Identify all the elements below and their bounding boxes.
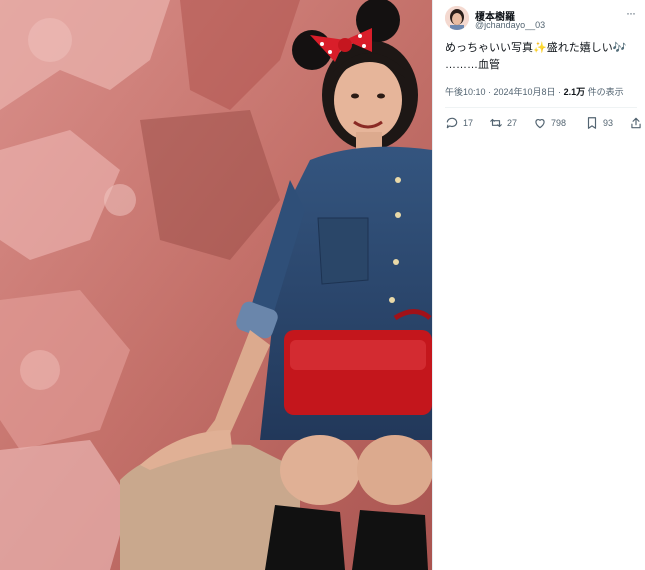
like-count: 798 [551, 118, 567, 128]
post-text-part-1: めっちゃいい写真 [445, 42, 533, 54]
post-text-line-1: めっちゃいい写真✨盛れた嬉しい🎶 [445, 40, 640, 57]
reply-button[interactable]: 17 [445, 115, 473, 131]
bookmark-icon [587, 117, 597, 129]
post-text-part-2: 盛れた嬉しい [546, 42, 613, 54]
action-bar: 17 27 798 93 [445, 115, 641, 131]
reply-count: 17 [463, 118, 474, 128]
heart-icon [535, 119, 545, 129]
repost-count: 27 [507, 118, 518, 128]
avatar[interactable] [445, 6, 469, 30]
post-photo[interactable] [0, 0, 432, 570]
divider [445, 107, 637, 108]
avatar-image [445, 6, 469, 30]
repost-button[interactable]: 27 [489, 115, 517, 131]
share-icon [631, 117, 641, 129]
views-count: 2.1万 [563, 87, 586, 97]
music-note-icon: 🎶 [612, 42, 627, 54]
share-button[interactable] [629, 115, 645, 131]
like-button[interactable]: 798 [533, 115, 566, 131]
user-handle[interactable]: @jchandayo__03 [475, 20, 545, 30]
sparkle-icon: ✨ [533, 42, 547, 54]
reply-icon [446, 117, 458, 129]
post-view: 榎本樹羅 @jchandayo__03 ··· めっちゃいい写真✨盛れた嬉しい🎶… [0, 0, 645, 570]
photo-illustration [0, 0, 432, 570]
post-timestamp[interactable]: 午後10:10 · 2024年10月8日 · [445, 87, 561, 97]
post-header: 榎本樹羅 @jchandayo__03 ··· [445, 6, 637, 32]
more-options-icon[interactable]: ··· [626, 7, 636, 19]
post-meta: 午後10:10 · 2024年10月8日 · 2.1万 件の表示 [445, 85, 624, 98]
repost-icon [490, 118, 502, 128]
bookmark-count: 93 [603, 118, 614, 128]
post-text: めっちゃいい写真✨盛れた嬉しい🎶 ………血管 [445, 40, 640, 74]
post-text-line-2: ………血管 [445, 59, 500, 71]
bookmark-button[interactable]: 93 [585, 115, 613, 131]
post-panel: 榎本樹羅 @jchandayo__03 ··· めっちゃいい写真✨盛れた嬉しい🎶… [432, 0, 645, 570]
views-label: 件の表示 [587, 87, 624, 97]
